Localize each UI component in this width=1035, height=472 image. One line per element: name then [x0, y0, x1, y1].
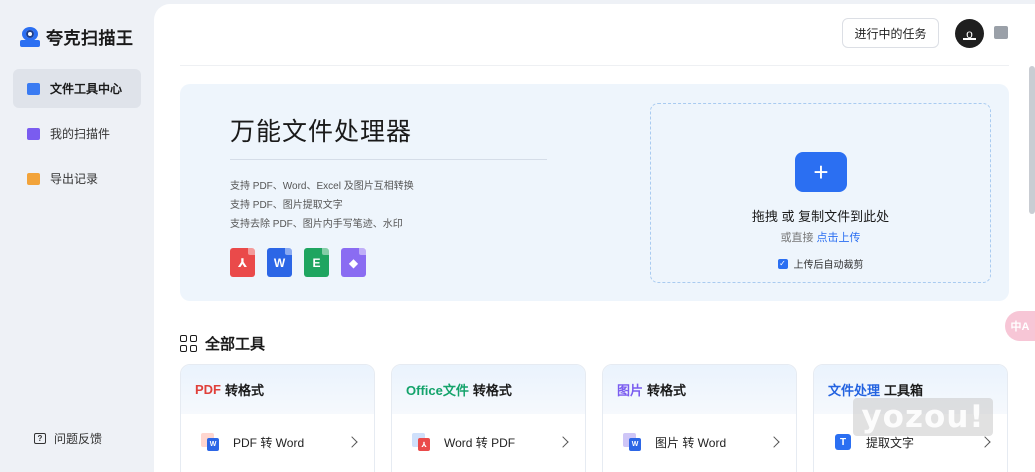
card-suffix: 转格式 [225, 383, 265, 398]
feature-item: 支持 PDF、Word、Excel 及图片互相转换 [230, 181, 414, 192]
add-file-button[interactable]: + [795, 152, 847, 192]
card-keyword: 图片 [617, 383, 644, 398]
dropzone-subhint: 或直接 点击上传 [651, 229, 990, 245]
chevron-right-icon [557, 436, 569, 448]
tool-label: 图片 转 Word [655, 435, 727, 450]
sidebar-item-label: 我的扫描件 [50, 127, 111, 141]
extract-text-icon: T [834, 433, 852, 451]
card-suffix: 工具箱 [884, 383, 924, 398]
hero-divider [230, 159, 547, 160]
tasks-in-progress-button[interactable]: 进行中的任务 [842, 18, 939, 48]
card-image-convert: 图片 转格式 W 图片 转 Word [602, 364, 797, 472]
card-suffix: 转格式 [647, 383, 687, 398]
app-logo[interactable]: 夸克扫描王 [20, 24, 134, 49]
chevron-right-icon [346, 436, 358, 448]
sidebar-nav: 文件工具中心 我的扫描件 导出记录 [13, 69, 141, 204]
dropzone-hint: 拖拽 或 复制文件到此处 [751, 209, 890, 224]
card-title: 图片 转格式 [603, 365, 796, 414]
header-divider [180, 65, 1009, 66]
dropzone-subhint-prefix: 或直接 [780, 232, 814, 244]
auto-crop-option[interactable]: ✓ 上传后自动裁剪 [651, 256, 990, 271]
gift-icon[interactable] [994, 26, 1008, 39]
image-file-icon: ◆ [341, 248, 366, 277]
sidebar-item-label: 导出记录 [50, 172, 99, 186]
card-keyword: PDF [195, 382, 221, 397]
hero-panel: 万能文件处理器 支持 PDF、Word、Excel 及图片互相转换 支持 PDF… [180, 84, 1009, 301]
auto-crop-label: 上传后自动裁剪 [793, 260, 864, 271]
sidebar-item-my-scans[interactable]: 我的扫描件 [13, 114, 141, 153]
card-office-convert: Office文件 转格式 ⅄ Word 转 PDF [391, 364, 586, 472]
tool-label: Word 转 PDF [444, 435, 516, 450]
click-upload-link[interactable]: 点击上传 [817, 232, 861, 244]
pdf-to-word-icon: W [201, 433, 219, 451]
card-title: Office文件 转格式 [392, 365, 585, 414]
card-pdf-convert: PDF 转格式 W PDF 转 Word [180, 364, 375, 472]
tool-label: PDF 转 Word [233, 435, 305, 450]
hero-title: 万能文件处理器 [230, 118, 413, 146]
user-avatar-icon[interactable]: ο [955, 19, 984, 48]
sidebar: 夸克扫描王 文件工具中心 我的扫描件 导出记录 ? 问题反馈 [0, 0, 154, 472]
chevron-right-icon [768, 436, 780, 448]
grid-icon [180, 335, 197, 352]
pdf-file-icon: ⅄ [230, 248, 255, 277]
tool-word-to-pdf[interactable]: ⅄ Word 转 PDF [392, 414, 585, 470]
folder-icon [27, 172, 40, 185]
card-title: PDF 转格式 [181, 365, 374, 414]
all-tools-title: 全部工具 [205, 336, 266, 353]
upload-dropzone[interactable]: + 拖拽 或 复制文件到此处 或直接 点击上传 ✓ 上传后自动裁剪 [650, 103, 991, 283]
all-tools-heading: 全部工具 [180, 333, 265, 354]
card-keyword: Office文件 [406, 383, 469, 398]
feature-item: 支持去除 PDF、图片内手写笔迹、水印 [230, 219, 403, 230]
card-keyword: 文件处理 [828, 383, 881, 398]
word-file-icon: W [267, 248, 292, 277]
sidebar-item-label: 文件工具中心 [50, 82, 123, 96]
scanner-logo-icon [20, 26, 40, 48]
feedback-button[interactable]: ? 问题反馈 [34, 430, 102, 447]
tool-image-to-word[interactable]: W 图片 转 Word [603, 414, 796, 470]
image-to-word-icon: W [623, 433, 641, 451]
feature-item: 支持 PDF、图片提取文字 [230, 200, 343, 211]
auto-crop-checkbox[interactable]: ✓ [777, 258, 788, 269]
chevron-right-icon [979, 436, 991, 448]
file-type-icons: ⅄ W E ◆ [230, 248, 366, 277]
card-suffix: 转格式 [472, 383, 512, 398]
word-to-pdf-icon: ⅄ [412, 433, 430, 451]
hero-feature-list: 支持 PDF、Word、Excel 及图片互相转换 支持 PDF、图片提取文字 … [230, 177, 414, 234]
excel-file-icon: E [304, 248, 329, 277]
toolbox-icon [27, 82, 40, 95]
sidebar-item-file-tools[interactable]: 文件工具中心 [13, 69, 141, 108]
scrollbar[interactable] [1029, 66, 1035, 214]
watermark: yozou! [853, 398, 993, 436]
feedback-icon: ? [34, 433, 46, 444]
app-name: 夸克扫描王 [46, 29, 134, 48]
translate-icon[interactable]: 中A [1005, 311, 1035, 341]
sidebar-item-export-history[interactable]: 导出记录 [13, 159, 141, 198]
scan-doc-icon [27, 127, 40, 140]
tool-pdf-to-word[interactable]: W PDF 转 Word [181, 414, 374, 470]
feedback-label: 问题反馈 [54, 432, 103, 446]
tool-label: 提取文字 [866, 435, 915, 450]
